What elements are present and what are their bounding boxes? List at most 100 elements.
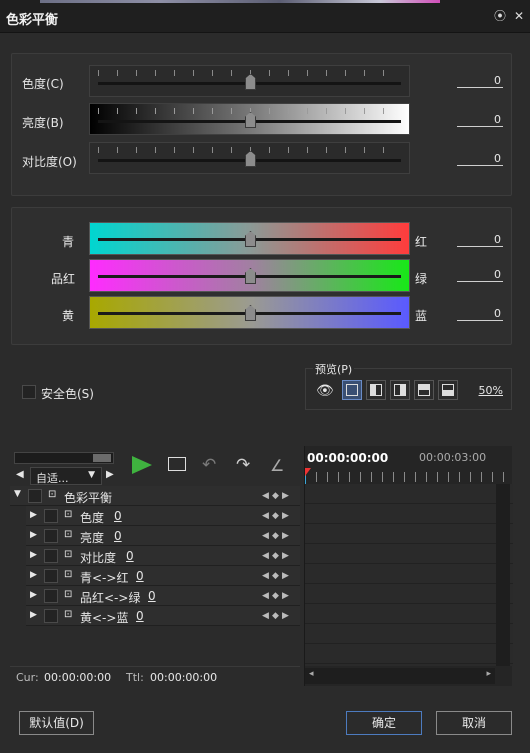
keyframe-toggle-icon[interactable]: ⊡ xyxy=(64,549,72,560)
track-value[interactable]: 0 xyxy=(136,569,144,583)
slider-thumb[interactable] xyxy=(245,112,256,128)
scroll-left-icon[interactable]: ◂ xyxy=(309,669,314,679)
keyframe-area[interactable] xyxy=(305,484,513,666)
curve-icon[interactable]: ∠ xyxy=(270,456,284,475)
next-keyframe-icon[interactable]: ▶ xyxy=(282,591,289,601)
next-keyframe-icon[interactable]: ▶ xyxy=(282,571,289,581)
prev-keyframe-icon[interactable]: ◀ xyxy=(262,571,269,581)
yellow-blue-slider[interactable] xyxy=(89,296,410,329)
add-keyframe-icon[interactable]: ◆ xyxy=(272,611,279,621)
expand-icon[interactable]: ▶ xyxy=(30,590,37,600)
add-keyframe-icon[interactable]: ◆ xyxy=(272,571,279,581)
keyframe-nav[interactable]: ◀ ◆ ▶ xyxy=(262,511,292,521)
loop-play-icon[interactable] xyxy=(168,457,186,471)
track-enable-checkbox[interactable] xyxy=(44,569,58,583)
keyframe-toggle-icon[interactable]: ⊡ xyxy=(64,589,72,600)
track-enable-checkbox[interactable] xyxy=(44,549,58,563)
track-row[interactable]: ▶ ⊡ 对比度 0 ◀ ◆ ▶ xyxy=(26,546,300,566)
add-keyframe-icon[interactable]: ◆ xyxy=(272,531,279,541)
track-row[interactable]: ▶ ⊡ 色度 0 ◀ ◆ ▶ xyxy=(26,506,300,526)
cyan-red-value[interactable]: 0 xyxy=(457,233,503,247)
expand-icon[interactable]: ▶ xyxy=(30,530,37,540)
keyframe-toggle-icon[interactable]: ⊡ xyxy=(64,529,72,540)
slider-thumb[interactable] xyxy=(245,74,256,90)
contrast-value[interactable]: 0 xyxy=(457,152,503,166)
prev-keyframe-icon[interactable]: ◀ xyxy=(262,531,269,541)
track-row[interactable]: ▶ ⊡ 品红<->绿 0 ◀ ◆ ▶ xyxy=(26,586,300,606)
safe-color-checkbox[interactable] xyxy=(22,385,36,399)
keyframe-toggle-icon[interactable]: ⊡ xyxy=(64,569,72,580)
cancel-button[interactable]: 取消 xyxy=(436,711,512,735)
next-keyframe-icon[interactable]: ▶ xyxy=(282,551,289,561)
slider-thumb[interactable] xyxy=(245,151,256,167)
yellow-blue-value[interactable]: 0 xyxy=(457,307,503,321)
zoom-value[interactable]: 50% xyxy=(465,384,503,397)
brightness-slider[interactable] xyxy=(89,103,410,135)
track-value[interactable]: 0 xyxy=(126,549,134,563)
scroll-thumb[interactable] xyxy=(93,454,111,462)
preview-full-button[interactable] xyxy=(342,380,362,400)
add-keyframe-icon[interactable]: ◆ xyxy=(272,551,279,561)
keyframe-nav[interactable]: ◀ ◆ ▶ xyxy=(262,531,292,541)
magenta-green-value[interactable]: 0 xyxy=(457,268,503,282)
magenta-green-slider[interactable] xyxy=(89,259,410,292)
prev-keyframe-icon[interactable]: ◀ xyxy=(262,491,269,501)
nav-left-icon[interactable]: ◀ xyxy=(16,469,24,480)
expand-icon[interactable]: ▶ xyxy=(30,550,37,560)
cyan-red-slider[interactable] xyxy=(89,222,410,255)
play-icon[interactable] xyxy=(132,456,152,474)
prev-keyframe-icon[interactable]: ◀ xyxy=(262,551,269,561)
keyframe-nav[interactable]: ◀ ◆ ▶ xyxy=(262,491,292,501)
keyframe-nav[interactable]: ◀ ◆ ▶ xyxy=(262,611,292,621)
next-keyframe-icon[interactable]: ▶ xyxy=(282,531,289,541)
expand-icon[interactable]: ▶ xyxy=(30,610,37,620)
group-enable-checkbox[interactable] xyxy=(28,489,42,503)
track-value[interactable]: 0 xyxy=(114,529,122,543)
next-keyframe-icon[interactable]: ▶ xyxy=(282,491,289,501)
track-enable-checkbox[interactable] xyxy=(44,509,58,523)
preview-split-left-button[interactable] xyxy=(366,380,386,400)
track-row[interactable]: ▶ ⊡ 亮度 0 ◀ ◆ ▶ xyxy=(26,526,300,546)
default-button[interactable]: 默认值(D) xyxy=(19,711,94,735)
timeline-hscrollbar[interactable]: ◂ ▸ xyxy=(305,668,495,684)
settings-icon[interactable]: ⦿ xyxy=(493,9,507,23)
track-group-row[interactable]: ▼ ⊡ 色彩平衡 ◀ ◆ ▶ xyxy=(10,486,300,506)
nav-right-icon[interactable]: ▶ xyxy=(106,469,114,480)
keyframe-toggle-icon[interactable]: ⊡ xyxy=(48,489,56,500)
keyframe-nav[interactable]: ◀ ◆ ▶ xyxy=(262,551,292,561)
track-enable-checkbox[interactable] xyxy=(44,589,58,603)
contrast-slider[interactable] xyxy=(89,142,410,174)
track-value[interactable]: 0 xyxy=(148,589,156,603)
track-value[interactable]: 0 xyxy=(114,509,122,523)
hue-slider[interactable] xyxy=(89,65,410,97)
add-keyframe-icon[interactable]: ◆ xyxy=(272,591,279,601)
ok-button[interactable]: 确定 xyxy=(346,711,422,735)
brightness-value[interactable]: 0 xyxy=(457,113,503,127)
hue-value[interactable]: 0 xyxy=(457,74,503,88)
expand-icon[interactable]: ▼ xyxy=(14,489,21,499)
fit-dropdown[interactable]: 自适... ▼ xyxy=(30,467,102,485)
add-keyframe-icon[interactable]: ◆ xyxy=(272,511,279,521)
track-enable-checkbox[interactable] xyxy=(44,609,58,623)
next-keyframe-icon[interactable]: ▶ xyxy=(282,611,289,621)
preview-split-right-button[interactable] xyxy=(390,380,410,400)
keyframe-toggle-icon[interactable]: ⊡ xyxy=(64,609,72,620)
add-keyframe-icon[interactable]: ◆ xyxy=(272,491,279,501)
track-enable-checkbox[interactable] xyxy=(44,529,58,543)
slider-thumb[interactable] xyxy=(245,305,256,321)
redo-icon[interactable]: ↷ xyxy=(236,455,250,475)
slider-thumb[interactable] xyxy=(245,268,256,284)
expand-icon[interactable]: ▶ xyxy=(30,570,37,580)
scroll-right-icon[interactable]: ▸ xyxy=(486,669,491,679)
prev-keyframe-icon[interactable]: ◀ xyxy=(262,591,269,601)
track-row[interactable]: ▶ ⊡ 青<->红 0 ◀ ◆ ▶ xyxy=(26,566,300,586)
eye-icon[interactable]: 👁 xyxy=(316,383,334,399)
prev-keyframe-icon[interactable]: ◀ xyxy=(262,611,269,621)
zoom-scrollbar[interactable] xyxy=(14,452,114,464)
track-row[interactable]: ▶ ⊡ 黄<->蓝 0 ◀ ◆ ▶ xyxy=(26,606,300,626)
prev-keyframe-icon[interactable]: ◀ xyxy=(262,511,269,521)
keyframe-nav[interactable]: ◀ ◆ ▶ xyxy=(262,591,292,601)
undo-icon[interactable]: ↶ xyxy=(202,455,216,475)
expand-icon[interactable]: ▶ xyxy=(30,510,37,520)
close-icon[interactable]: ✕ xyxy=(512,9,526,23)
